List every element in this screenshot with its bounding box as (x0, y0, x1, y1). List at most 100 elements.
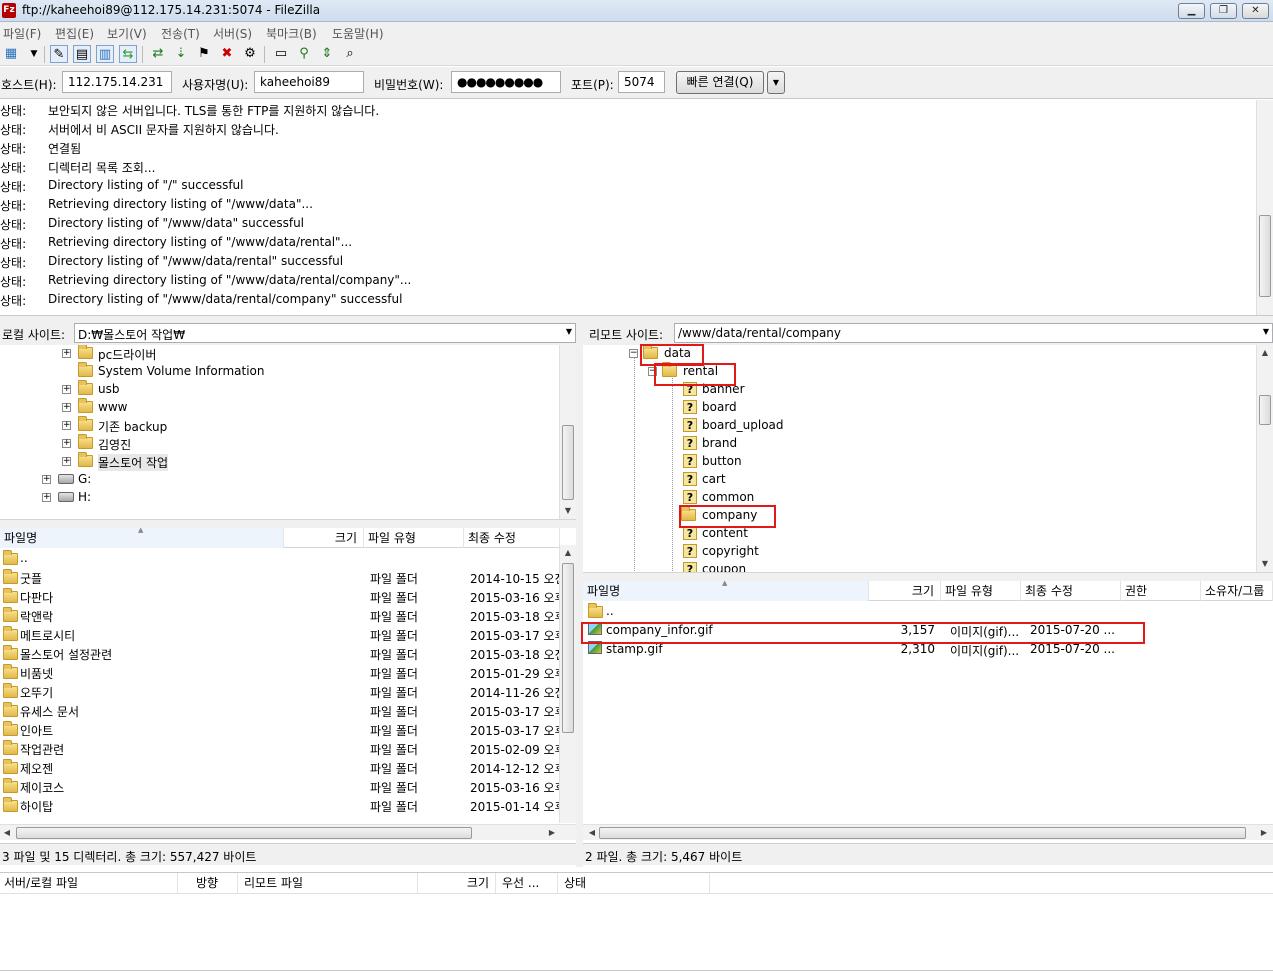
log-status-label: 상태: (0, 161, 27, 175)
disconnect-icon[interactable]: ✖ (218, 45, 236, 63)
local-tree-node[interactable]: + G: (0, 471, 555, 489)
close-icon[interactable]: ✕ (1242, 3, 1269, 19)
table-row[interactable]: 하이탑 파일 폴더 2015-01-14 오후 (0, 796, 560, 815)
toggle-remote-tree-icon[interactable]: ▥ (96, 45, 114, 63)
remote-tree-node[interactable]: ? coupon (583, 561, 1253, 572)
password-input[interactable]: ●●●●●●●●● (451, 71, 561, 93)
transfer-queue (0, 895, 1273, 971)
col-modified[interactable]: 최종 수정 (1021, 581, 1121, 601)
menu-transfer[interactable]: 전송(T) (161, 25, 200, 42)
remote-tree-scrollbar[interactable]: ▲ ▼ (1256, 345, 1273, 572)
log-status-label: 상태: (0, 123, 27, 137)
table-row[interactable]: 굿플 파일 폴더 2014-10-15 오전 (0, 568, 560, 587)
local-path-input[interactable]: D:₩몰스토어 작업₩ ▼ (74, 323, 576, 343)
remote-tree-node[interactable]: ? button (583, 453, 1253, 471)
expand-icon[interactable]: + (42, 493, 51, 502)
col-size[interactable]: 크기 (869, 581, 941, 601)
local-tree-node[interactable]: + 기존 backup (0, 416, 555, 435)
log-scrollbar[interactable] (1256, 100, 1273, 315)
user-input[interactable]: kaheehoi89 (254, 71, 364, 93)
site-manager-icon[interactable]: ▦ (2, 45, 20, 63)
expand-icon[interactable]: + (62, 421, 71, 430)
folder-icon (78, 345, 93, 359)
local-tree-node[interactable]: + H: (0, 489, 555, 507)
queue-col-status[interactable]: 상태 (560, 873, 710, 893)
filter-icon[interactable]: ⚲ (295, 45, 313, 63)
queue-col-direction[interactable]: 방향 (192, 873, 238, 893)
local-tree-node[interactable]: System Volume Information (0, 362, 555, 381)
menu-edit[interactable]: 편집(E) (55, 25, 94, 42)
queue-col-file[interactable]: 서버/로컬 파일 (0, 873, 178, 893)
reconnect-icon[interactable]: ⚙ (241, 45, 259, 63)
local-list-scrollbar[interactable]: ▲ (559, 545, 576, 823)
table-row[interactable]: 인아트 파일 폴더 2015-03-17 오후 (0, 720, 560, 739)
table-row[interactable]: 다판다 파일 폴더 2015-03-16 오후 (0, 587, 560, 606)
menu-view[interactable]: 보기(V) (107, 25, 147, 42)
expand-icon[interactable]: + (62, 439, 71, 448)
toggle-local-tree-icon[interactable]: ▤ (73, 45, 91, 63)
table-row[interactable]: 오뚜기 파일 폴더 2014-11-26 오전 (0, 682, 560, 701)
host-input[interactable]: 112.175.14.231 (62, 71, 172, 93)
expand-icon[interactable]: + (42, 475, 51, 484)
chevron-down-icon[interactable]: ▼ (1263, 327, 1269, 336)
expand-icon[interactable]: + (62, 403, 71, 412)
process-queue-icon[interactable]: ⇣ (172, 45, 190, 63)
remote-tree-node[interactable]: ? board_upload (583, 417, 1253, 435)
remote-path-input[interactable]: /www/data/rental/company ▼ (674, 323, 1273, 343)
collapse-icon[interactable]: − (629, 349, 638, 358)
table-row[interactable]: 유세스 문서 파일 폴더 2015-03-17 오후 (0, 701, 560, 720)
cancel-icon[interactable]: ⚑ (195, 45, 213, 63)
port-input[interactable]: 5074 (618, 71, 665, 93)
col-size[interactable]: 크기 (284, 528, 364, 548)
table-row[interactable]: 락앤락 파일 폴더 2015-03-18 오후 (0, 606, 560, 625)
remote-tree-node[interactable]: ? board (583, 399, 1253, 417)
local-tree-node[interactable]: + www (0, 398, 555, 417)
remote-tree-node[interactable]: ? brand (583, 435, 1253, 453)
expand-icon[interactable]: + (62, 385, 71, 394)
toggle-log-icon[interactable]: ✎ (50, 45, 68, 63)
compare-icon[interactable]: ▭ (272, 45, 290, 63)
table-row[interactable]: 메트로시티 파일 폴더 2015-03-17 오후 (0, 625, 560, 644)
col-type[interactable]: 파일 유형 (364, 528, 464, 548)
refresh-icon[interactable]: ⇄ (149, 45, 167, 63)
search-icon[interactable]: ⌕ (341, 45, 359, 63)
table-row[interactable]: 몰스토어 설정관련 파일 폴더 2015-03-18 오전 (0, 644, 560, 663)
restore-icon[interactable]: ❐ (1210, 3, 1237, 19)
chevron-down-icon[interactable]: ▼ (566, 327, 572, 336)
quickconnect-dropdown-icon[interactable]: ▼ (767, 71, 785, 94)
local-tree-node[interactable]: + 김영진 (0, 434, 555, 453)
toggle-queue-icon[interactable]: ⇆ (119, 45, 137, 63)
remote-tree-node[interactable]: ? cart (583, 471, 1253, 489)
dropdown-arrow-icon[interactable]: ▼ (25, 45, 43, 63)
sync-browse-icon[interactable]: ⇕ (318, 45, 336, 63)
minimize-icon[interactable]: ▁ (1178, 3, 1205, 19)
table-row[interactable]: .. (0, 549, 560, 568)
col-owner[interactable]: 소유자/그룹 (1201, 581, 1273, 601)
queue-col-size[interactable]: 크기 (418, 873, 496, 893)
table-row[interactable]: 제이코스 파일 폴더 2015-03-16 오후 (0, 777, 560, 796)
table-row[interactable]: 작업관련 파일 폴더 2015-02-09 오후 (0, 739, 560, 758)
remote-list-hscrollbar[interactable]: ◀ ▶ (583, 824, 1273, 840)
queue-col-remote[interactable]: 리모트 파일 (240, 873, 418, 893)
menu-bookmarks[interactable]: 북마크(B) (266, 25, 317, 42)
log-scroll-thumb[interactable] (1259, 215, 1271, 297)
quickconnect-button[interactable]: 빠른 연결(Q) (676, 71, 764, 94)
menu-help[interactable]: 도움말(H) (332, 25, 384, 42)
expand-icon[interactable]: + (62, 349, 71, 358)
col-permissions[interactable]: 권한 (1121, 581, 1201, 601)
table-row[interactable]: 비품넷 파일 폴더 2015-01-29 오후 (0, 663, 560, 682)
table-row[interactable]: 제오젠 파일 폴더 2014-12-12 오후 (0, 758, 560, 777)
menu-file[interactable]: 파일(F) (3, 25, 41, 42)
remote-tree-node[interactable]: ? copyright (583, 543, 1253, 561)
table-row[interactable]: .. (583, 602, 1273, 621)
expand-icon[interactable]: + (62, 457, 71, 466)
queue-col-priority[interactable]: 우선 ... (498, 873, 558, 893)
local-tree-node[interactable]: + 몰스토어 작업 (0, 452, 555, 471)
local-tree-node[interactable]: + pc드라이버 (0, 345, 555, 363)
menu-server[interactable]: 서버(S) (213, 25, 252, 42)
local-list-hscrollbar[interactable]: ◀ ▶ (0, 824, 576, 840)
col-type[interactable]: 파일 유형 (941, 581, 1021, 601)
local-tree-scrollbar[interactable]: ▼ (559, 345, 576, 519)
local-tree-node[interactable]: + usb (0, 380, 555, 399)
col-modified[interactable]: 최종 수정 (464, 528, 560, 548)
